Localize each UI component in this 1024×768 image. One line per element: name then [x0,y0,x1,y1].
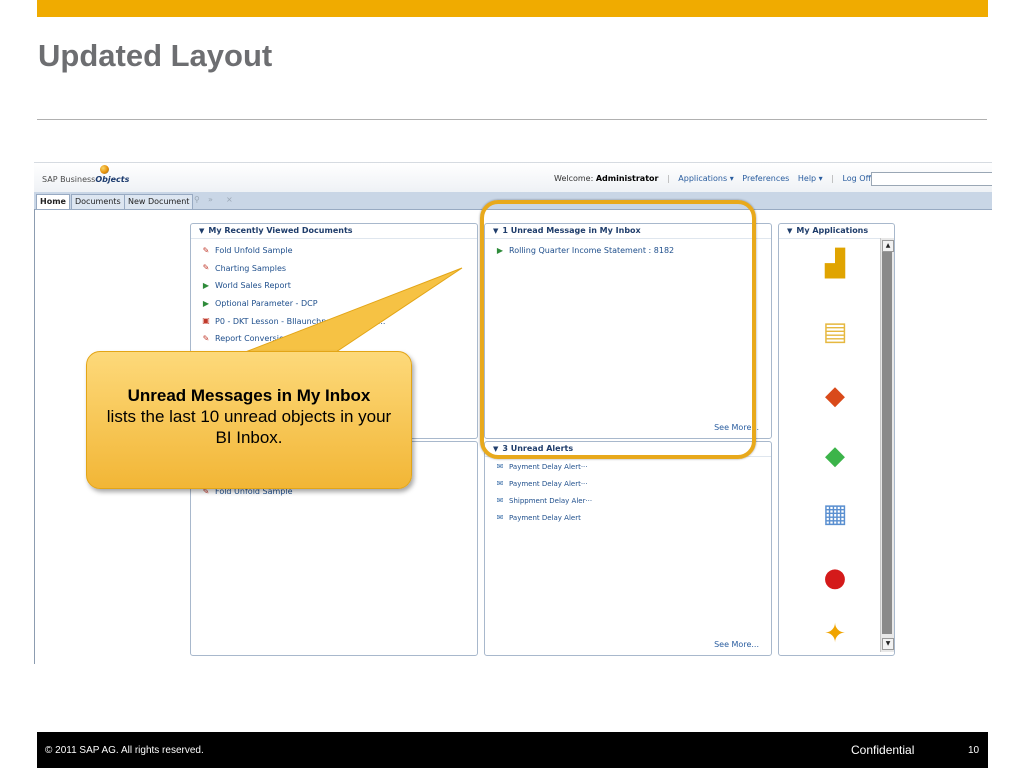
top-accent-bar [37,0,988,17]
logoff-link[interactable]: Log Off [842,174,871,183]
app-report-icon[interactable]: ▤ [817,314,853,350]
applications-menu[interactable]: Applications ▾ [678,174,733,183]
report-icon: ▶ [202,280,210,290]
scroll-thumb[interactable] [882,252,892,634]
collapse-icon[interactable]: ▼ [787,227,792,235]
webi-document-icon: ✎ [202,263,210,273]
slide-title: Updated Layout [38,38,273,73]
panel-title: My Applications [796,226,869,235]
report-icon: ▶ [202,298,210,308]
app-star-icon[interactable]: ✦ [817,616,853,652]
pin-icon[interactable]: ⚲ [194,195,200,204]
callout-box: Unread Messages in My Inbox lists the la… [86,351,412,489]
welcome-label: Welcome: [554,174,594,183]
app-pin-icon[interactable]: ● [817,560,853,596]
app-diamond-icon[interactable]: ◆ [817,438,853,474]
header-links: Welcome: Administrator | Applications ▾ … [554,174,872,183]
app-logo: SAP BusinessObjects [42,175,130,184]
alert-mail-icon: ✉ [496,479,504,488]
alerts-panel: ▼ 3 Unread Alerts ✉ Payment Delay Alert···… [484,441,772,656]
list-item[interactable]: ▶ World Sales Report [191,277,477,295]
list-item[interactable]: ✎ Report Conversion T... Report [191,330,477,348]
alert-mail-icon: ✉ [496,513,504,522]
scrollbar[interactable]: ▲ ▼ [880,238,894,652]
sap-logo-icon [100,165,109,174]
presentation-icon: ▣ [202,316,210,326]
tab-new-document[interactable]: New Document [124,194,194,209]
applications-panel: ▼ My Applications ▟ ▤ ◆ ◆ ▦ ● ✦ ▲ ▼ [778,223,895,656]
webi-document-icon: ✎ [202,245,210,255]
app-folder-icon[interactable]: ▟ [817,246,853,282]
list-item[interactable]: ✉ Payment Delay Alert [485,510,771,527]
scroll-down-icon[interactable]: ▼ [882,638,894,650]
list-item[interactable]: ✉ Payment Delay Alert··· [485,476,771,493]
list-item[interactable]: ✎ Charting Samples [191,260,477,278]
list-item[interactable]: ▶ Optional Parameter - DCP [191,295,477,313]
user-name: Administrator [595,174,659,183]
alert-mail-icon: ✉ [496,462,504,471]
inbox-highlight-outline [480,200,756,459]
title-divider [37,119,987,120]
panel-title: My Recently Viewed Documents [208,226,353,235]
slide-footer: © 2011 SAP AG. All rights reserved. Conf… [37,732,988,768]
list-item[interactable]: ▣ P0 - DKT Lesson - BIlaunchpad ... d Pos… [191,313,477,331]
confidential-label: Confidential [851,743,915,757]
alert-mail-icon: ✉ [496,496,504,505]
app-dashboard-icon[interactable]: ▦ [817,496,853,532]
arrow-icon[interactable]: » [208,195,213,204]
list-item[interactable]: ✉ Payment Delay Alert··· [485,459,771,476]
preferences-link[interactable]: Preferences [742,174,789,183]
list-item[interactable]: ✉ Shippment Delay Aler··· [485,493,771,510]
app-header: SAP BusinessObjects Welcome: Administrat… [34,162,992,193]
search-input[interactable] [871,172,992,186]
tab-home[interactable]: Home [36,194,70,209]
see-more-link[interactable]: See More... [714,640,759,649]
tab-documents[interactable]: Documents [71,194,125,209]
list-item[interactable]: ✎ Fold Unfold Sample [191,242,477,260]
callout-title: Unread Messages in My Inbox [127,386,371,405]
collapse-icon[interactable]: ▼ [199,227,204,235]
scroll-up-icon[interactable]: ▲ [882,240,894,252]
copyright-text: © 2011 SAP AG. All rights reserved. [45,745,204,756]
help-menu[interactable]: Help ▾ [798,174,823,183]
page-number: 10 [968,745,980,756]
callout-body: lists the last 10 unread objects in your… [106,407,392,447]
webi-document-icon: ✎ [202,333,210,343]
app-cube-icon[interactable]: ◆ [817,378,853,414]
close-icon[interactable]: × [226,195,233,204]
left-border [34,209,35,664]
